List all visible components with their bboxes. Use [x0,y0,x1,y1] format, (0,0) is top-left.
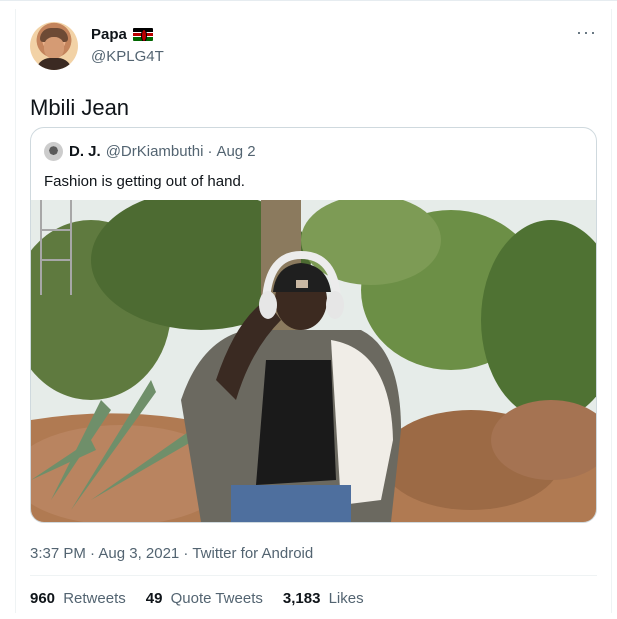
quoted-display-name[interactable]: D. J. [69,143,101,160]
page-frame: Papa @KPLG4T ··· Mbili Jean D. J. @DrKia… [0,0,617,619]
author-display-name[interactable]: Papa [91,26,127,43]
quoted-tweet-header: D. J. @DrKiambuthi · Aug 2 [44,142,256,161]
stat-count: 3,183 [282,590,321,607]
divider [30,575,597,576]
quoted-avatar[interactable] [44,142,63,161]
quoted-tweet-photo[interactable] [31,200,596,522]
separator-dot: · [207,143,213,160]
stat-label: Quote Tweets [170,590,263,607]
quoted-date[interactable]: Aug 2 [216,143,255,160]
stat-label: Retweets [63,590,126,607]
engagement-stats: 960 Retweets 49 Quote Tweets 3,183 Likes [30,590,384,607]
photo-illustration [31,200,596,522]
kenya-flag-icon [132,28,153,41]
stat-count: 49 [145,590,163,607]
more-horizontal-icon[interactable]: ··· [576,23,597,41]
tweet-text: Mbili Jean [30,95,130,120]
tweet-card: Papa @KPLG4T ··· Mbili Jean D. J. @DrKia… [15,9,612,613]
stat-likes[interactable]: 3,183 Likes [283,590,364,607]
quoted-tweet-text: Fashion is getting out of hand. [44,173,245,190]
tweet-meta[interactable]: 3:37 PM · Aug 3, 2021 · Twitter for Andr… [30,545,313,562]
stat-count: 960 [30,590,56,607]
stat-retweets[interactable]: 960 Retweets [30,590,126,607]
quoted-tweet[interactable]: D. J. @DrKiambuthi · Aug 2 Fashion is ge… [30,127,597,523]
stat-label: Likes [328,590,364,607]
avatar[interactable] [30,22,78,70]
quoted-handle[interactable]: @DrKiambuthi [106,143,204,160]
author-handle[interactable]: @KPLG4T [91,48,164,65]
author-name-row[interactable]: Papa [91,26,153,43]
stat-quote-tweets[interactable]: 49 Quote Tweets [146,590,263,607]
